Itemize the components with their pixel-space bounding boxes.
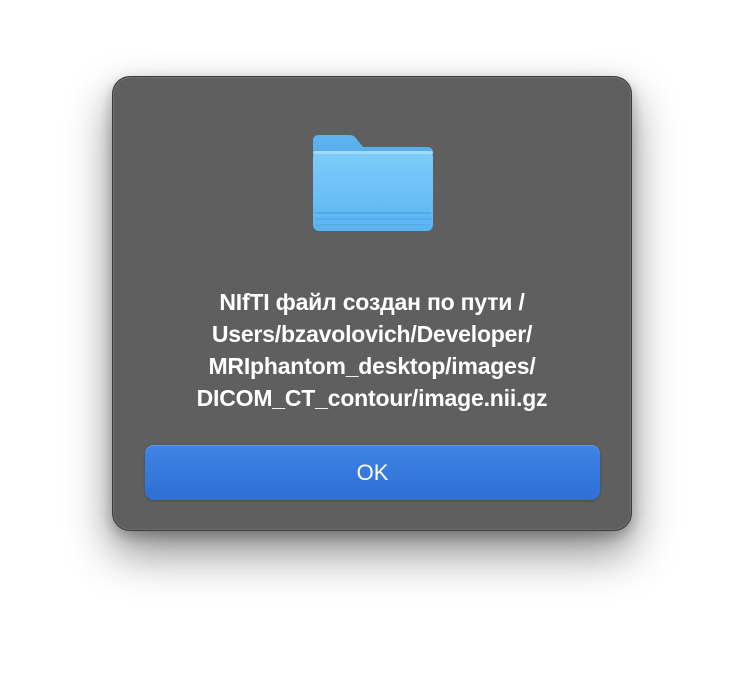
ok-button[interactable]: OK [145, 445, 600, 500]
alert-message-line: MRIphantom_desktop/images/ [208, 353, 536, 379]
alert-message: NIfTI файл создан по пути / Users/bzavol… [133, 286, 611, 414]
alert-message-line: Users/bzavolovich/Developer/ [211, 321, 533, 347]
alert-message-line: NIfTI файл создан по пути / [219, 289, 525, 315]
folder-icon [313, 135, 433, 231]
alert-dialog: NIfTI файл создан по пути / Users/bzavol… [112, 76, 632, 531]
alert-message-line: DICOM_CT_contour/image.nii.gz [196, 385, 548, 411]
screen: NIfTI файл создан по пути / Users/bzavol… [0, 0, 744, 680]
